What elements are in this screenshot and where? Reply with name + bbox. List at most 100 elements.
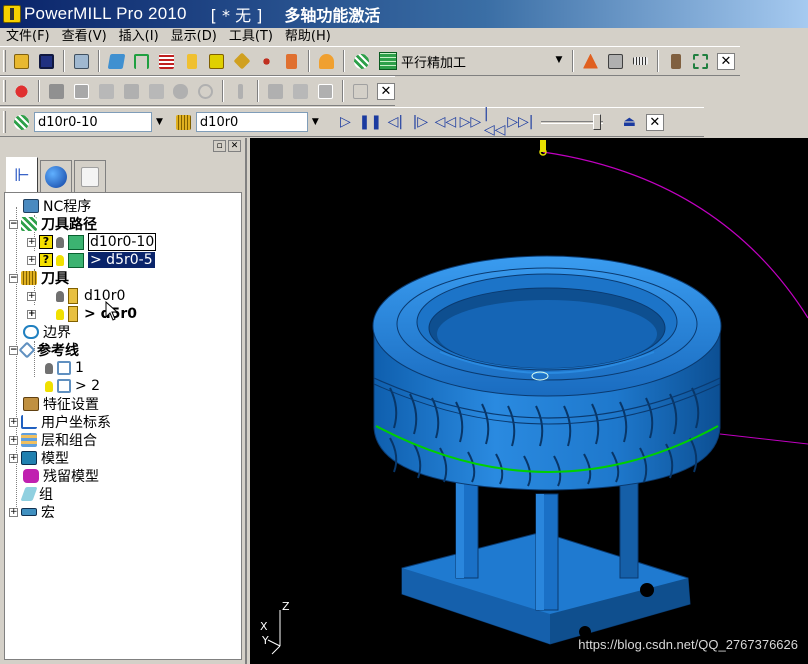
step-forward-icon[interactable]: |▷ — [409, 111, 432, 134]
step-back-icon[interactable]: ◁| — [384, 111, 407, 134]
expand-icon[interactable]: + — [27, 237, 36, 247]
go-to-start-icon[interactable]: |◁◁ — [484, 106, 507, 138]
print-icon[interactable] — [70, 50, 93, 73]
pause-icon[interactable]: ❚❚ — [359, 111, 382, 134]
tree-item-nc-programs[interactable]: NC程序 — [23, 197, 91, 215]
open-icon[interactable] — [10, 50, 33, 73]
unlock-icon[interactable] — [289, 80, 312, 103]
rotate-icon[interactable] — [194, 80, 217, 103]
rewind-icon[interactable]: ◁◁ — [434, 111, 457, 134]
speed-slider[interactable] — [540, 113, 603, 131]
tree-item-toolpaths[interactable]: − 刀具路径 — [9, 215, 97, 233]
fast-forward-icon[interactable]: ▷▷ — [459, 111, 482, 134]
expand-icon[interactable]: + — [9, 435, 18, 445]
record-icon[interactable] — [10, 80, 33, 103]
collapse-icon[interactable]: − — [9, 273, 18, 283]
tool-select[interactable]: d10r0 — [195, 112, 308, 132]
close-icon[interactable]: ✕ — [717, 52, 735, 70]
expand-icon[interactable]: + — [27, 291, 36, 301]
tree-item-pattern-2[interactable]: > 2 — [45, 377, 100, 395]
rainbow-icon[interactable] — [120, 80, 143, 103]
strategy-select[interactable]: 平行精加工 ▼ — [376, 51, 568, 71]
graphics-viewport[interactable]: Z X Y https://blog.csdn.net/QQ_276737662… — [250, 138, 808, 664]
bulb-off-icon[interactable] — [45, 362, 53, 374]
tool-axis-icon[interactable] — [280, 50, 303, 73]
tree-item-workplanes[interactable]: + 用户坐标系 — [9, 413, 111, 431]
lock-icon[interactable] — [264, 80, 287, 103]
close-icon[interactable]: ✕ — [645, 113, 664, 131]
tree-item-groups[interactable]: 组 — [20, 485, 53, 503]
chevron-down-icon[interactable]: ▼ — [552, 53, 566, 67]
calculator-icon[interactable] — [604, 50, 627, 73]
close-icon[interactable]: ✕ — [376, 82, 395, 100]
bulb-off-icon[interactable] — [56, 290, 64, 302]
tab-internet[interactable] — [40, 160, 72, 192]
toolpath-select[interactable]: d10r0-10 — [34, 112, 152, 132]
menu-insert[interactable]: 插入(I) — [113, 28, 165, 46]
toolbar-grip[interactable] — [3, 80, 6, 102]
play-icon[interactable]: ▷ — [334, 111, 357, 134]
tool-icon[interactable] — [172, 111, 195, 134]
menu-help[interactable]: 帮助(H) — [279, 28, 337, 46]
save-state-icon[interactable] — [314, 80, 337, 103]
strategy-icon[interactable] — [350, 50, 373, 73]
ruler-icon[interactable] — [629, 50, 652, 73]
tree-item-toolpath-d10r0-10[interactable]: + ? d10r0-10 — [27, 233, 157, 251]
menu-file[interactable]: 文件(F) — [0, 28, 56, 46]
expand-icon[interactable]: + — [9, 453, 18, 463]
bulb-on-icon[interactable] — [56, 308, 64, 320]
close-icon[interactable]: ✕ — [228, 140, 241, 152]
collapse-icon[interactable]: − — [9, 219, 18, 229]
tree-item-tool-d5r0[interactable]: + > d5r0 — [27, 305, 137, 323]
tree-item-pattern-1[interactable]: 1 — [45, 359, 84, 377]
tree-item-boundaries[interactable]: 边界 — [23, 323, 71, 341]
feed-speed-icon[interactable] — [579, 50, 602, 73]
point-distribution-icon[interactable] — [255, 50, 278, 73]
bulb-on-icon[interactable] — [56, 254, 64, 266]
machine-icon[interactable] — [70, 80, 93, 103]
collision-check-icon[interactable] — [315, 50, 338, 73]
direct-icon[interactable] — [145, 80, 168, 103]
tree-item-patterns[interactable]: − 参考线 — [9, 341, 79, 359]
toolbar-grip[interactable] — [3, 111, 6, 133]
bar-icon[interactable] — [229, 80, 252, 103]
feedrate-icon[interactable] — [155, 50, 178, 73]
slider-thumb[interactable] — [592, 114, 601, 130]
info-icon[interactable] — [349, 80, 372, 103]
toolpath-icon[interactable] — [10, 111, 33, 134]
chevron-down-icon[interactable]: ▼ — [312, 117, 319, 127]
tree-item-tools[interactable]: − 刀具 — [9, 269, 69, 287]
menu-tools[interactable]: 工具(T) — [223, 28, 279, 46]
cylinder-icon[interactable] — [170, 80, 193, 103]
expand-icon[interactable]: + — [27, 255, 36, 265]
block-icon[interactable] — [105, 50, 128, 73]
rapid-move-icon[interactable] — [130, 50, 153, 73]
tree-item-models[interactable]: + 模型 — [9, 449, 69, 467]
tree-item-levels[interactable]: + 层和组合 — [9, 431, 97, 449]
go-to-end-icon[interactable]: ▷▷| — [507, 111, 533, 134]
toolbar-grip[interactable] — [3, 50, 6, 72]
chevron-down-icon[interactable]: ▼ — [156, 117, 163, 127]
expand-icon[interactable]: + — [27, 309, 36, 319]
tree-item-stock-models[interactable]: 残留模型 — [23, 467, 99, 485]
expand-icon[interactable]: + — [9, 417, 18, 427]
tree-item-feature-sets[interactable]: 特征设置 — [23, 395, 99, 413]
restore-icon[interactable]: ▫ — [213, 140, 226, 152]
tree-item-macros[interactable]: + 宏 — [9, 503, 55, 521]
options-icon[interactable] — [664, 50, 687, 73]
menu-view[interactable]: 查看(V) — [56, 28, 113, 46]
bulb-off-icon[interactable] — [56, 236, 64, 248]
tab-explorer[interactable]: ⊩ — [6, 157, 38, 192]
expand-icon[interactable]: + — [9, 507, 18, 517]
bulb-on-icon[interactable] — [45, 380, 53, 392]
leads-links-icon[interactable] — [205, 50, 228, 73]
eject-icon[interactable]: ⏏ — [618, 111, 641, 134]
tree-item-toolpath-d5r0-5[interactable]: + ? > d5r0-5 — [27, 251, 155, 269]
start-point-icon[interactable] — [230, 50, 253, 73]
save-icon[interactable] — [35, 50, 58, 73]
stock-icon[interactable] — [45, 80, 68, 103]
tool-icon[interactable] — [180, 50, 203, 73]
tab-recycle[interactable] — [74, 160, 106, 192]
shrink-icon[interactable] — [689, 50, 712, 73]
shaded-icon[interactable] — [95, 80, 118, 103]
